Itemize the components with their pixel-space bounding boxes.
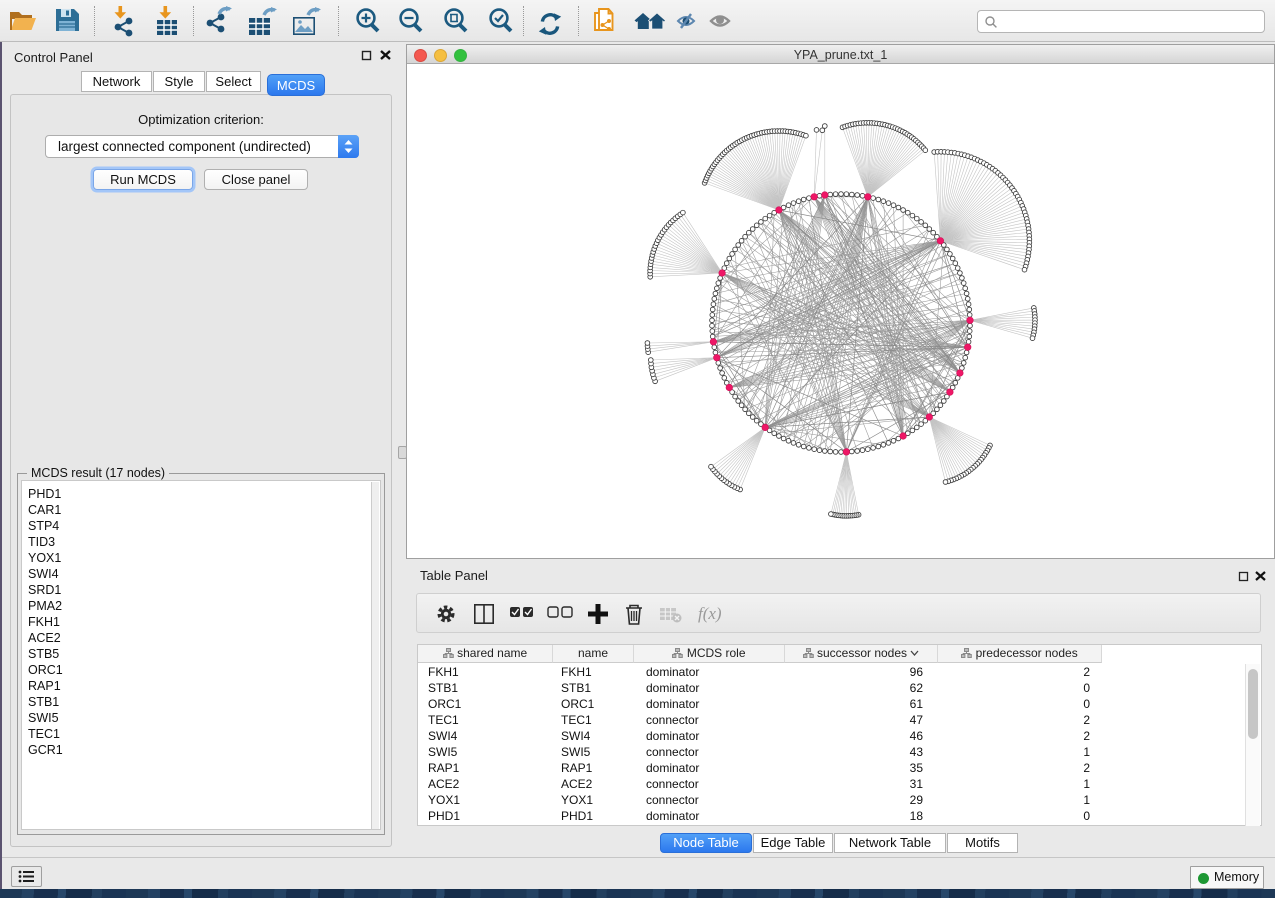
svg-text:f(x): f(x): [698, 604, 722, 623]
